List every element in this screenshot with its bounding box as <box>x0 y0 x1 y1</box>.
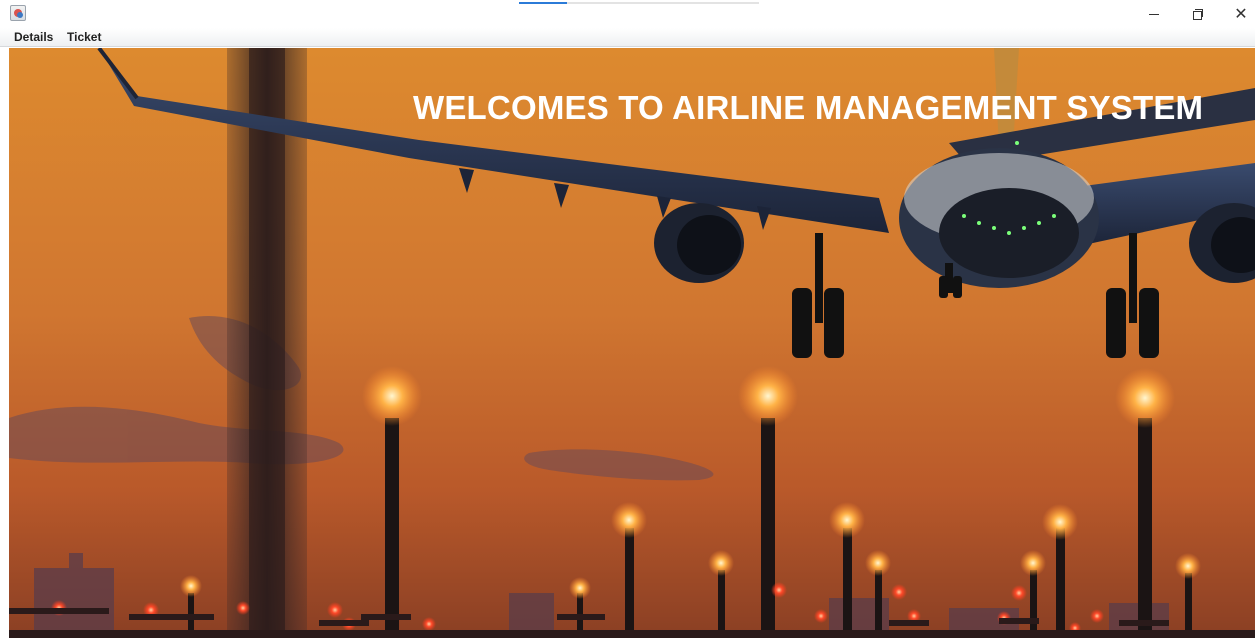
restore-icon <box>1193 9 1203 20</box>
close-button[interactable]: ✕ <box>1219 0 1255 28</box>
restore-button[interactable] <box>1176 0 1220 28</box>
loading-progress-bar <box>519 2 759 4</box>
main-content: WELCOMES TO AIRLINE MANAGEMENT SYSTEM <box>9 48 1255 638</box>
title-bar[interactable]: ✕ <box>0 0 1255 28</box>
airplane-landing-background-image <box>9 48 1255 638</box>
minimize-icon <box>1149 13 1159 15</box>
minimize-button[interactable] <box>1132 0 1176 28</box>
application-window: ✕ Details Ticket WELCOMES TO AIRLINE MAN… <box>0 0 1255 638</box>
menu-ticket[interactable]: Ticket <box>67 29 101 45</box>
menu-details[interactable]: Details <box>14 29 53 45</box>
close-icon: ✕ <box>1234 4 1248 23</box>
menu-bar: Details Ticket <box>0 28 1255 47</box>
java-app-icon[interactable] <box>10 5 26 21</box>
welcome-heading: WELCOMES TO AIRLINE MANAGEMENT SYSTEM <box>413 89 1204 126</box>
loading-progress-fill <box>519 2 567 4</box>
